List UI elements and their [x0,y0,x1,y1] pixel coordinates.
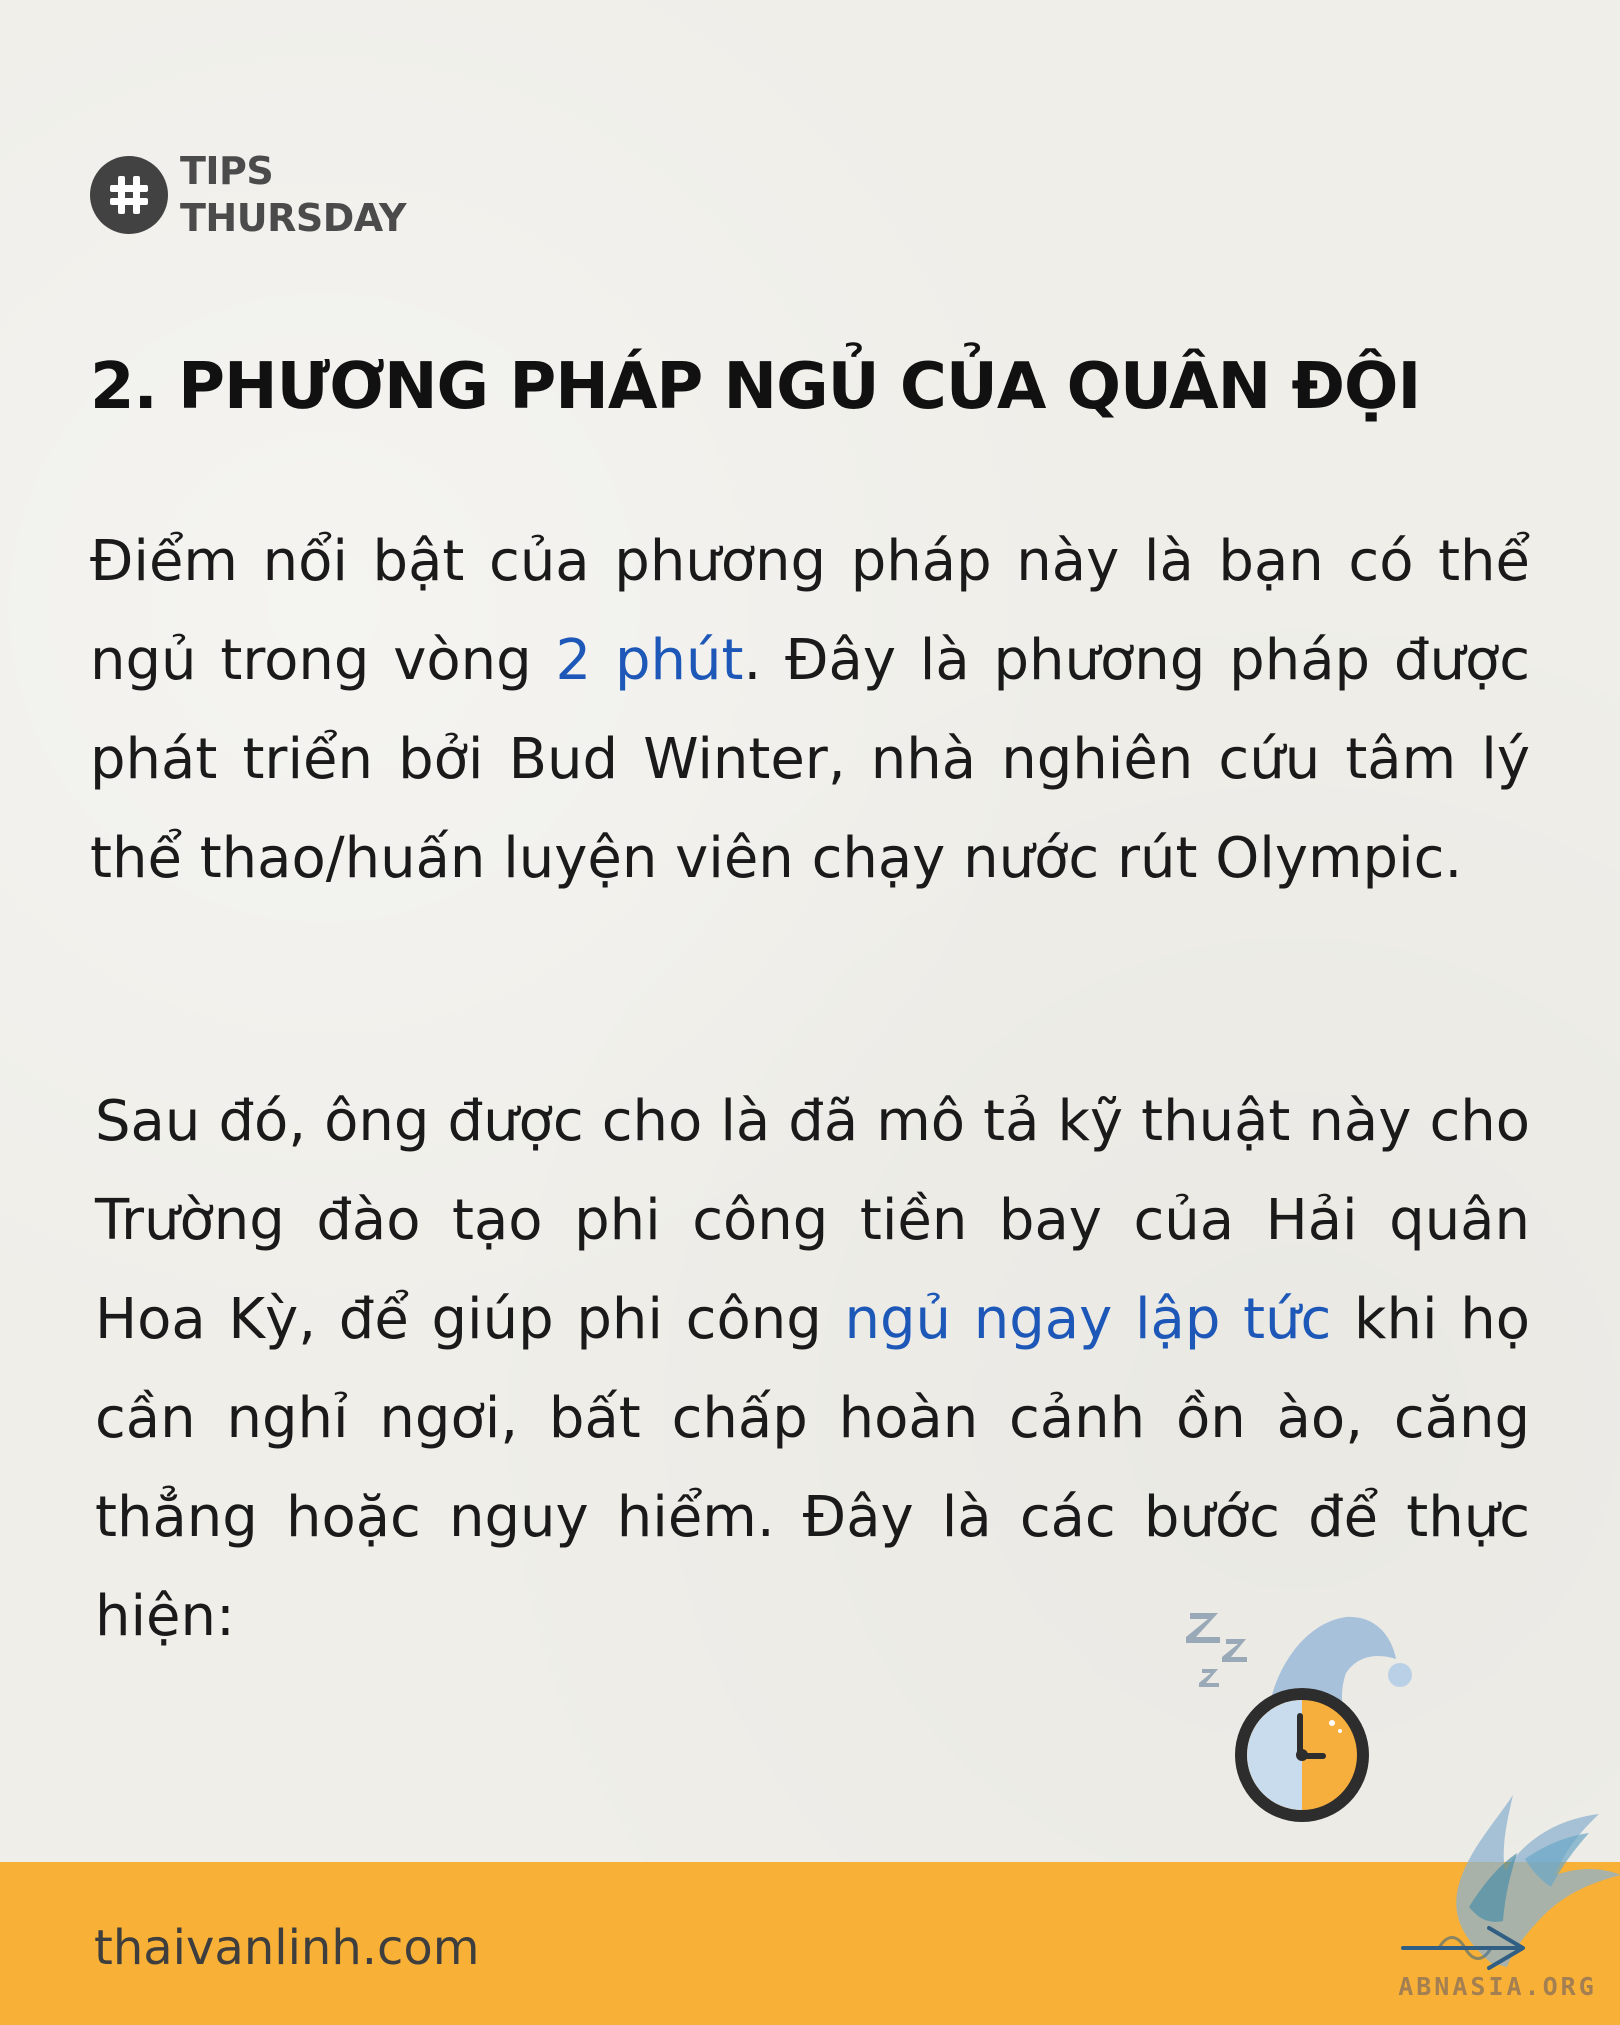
highlight-duration: 2 phút [555,628,744,693]
website-url: thaivanlinh.com [94,1920,480,1976]
watermark-text: ABNASIA.ORG [1398,1972,1597,2001]
brand-line-thursday: THURSDAY [180,196,407,240]
brand-badge: TIPS THURSDAY [90,148,407,242]
highlight-instant-sleep: ngủ ngay lập tức [844,1287,1332,1352]
paragraph-intro: Điểm nổi bật của phương pháp này là bạn … [90,512,1530,908]
alarm-clock-icon [1235,1688,1369,1822]
section-heading: 2. PHƯƠNG PHÁP NGỦ CỦA QUÂN ĐỘI [90,350,1421,424]
zzz-icon [1186,1613,1247,1687]
brand-line-tips: TIPS [180,149,274,193]
hash-icon [90,156,168,234]
right-arrow-icon [1395,1918,1535,1978]
paragraph-history: Sau đó, ông được cho là đã mô tả kỹ thuậ… [95,1072,1530,1666]
brand-title: TIPS THURSDAY [180,148,407,242]
